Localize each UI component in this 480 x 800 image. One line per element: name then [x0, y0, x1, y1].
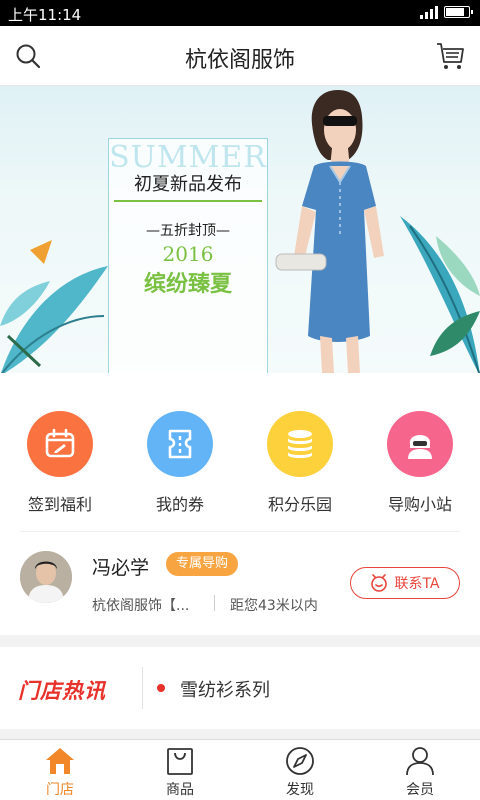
tab-label: 发现 — [286, 782, 314, 798]
promo-banner[interactable]: SUMMER 初夏新品发布 —五折封顶— 2016 缤纷臻夏 — [0, 86, 480, 373]
quick-action-checkin[interactable]: 签到福利 — [0, 411, 120, 531]
news-logo: 门店热讯 — [18, 679, 106, 703]
divider — [142, 667, 143, 709]
compass-icon — [286, 747, 314, 775]
contact-button[interactable]: 联系TA — [350, 567, 460, 599]
quick-action-guide-station[interactable]: 导购小站 — [360, 411, 480, 531]
quick-actions-panel: 签到福利 我的券 积分乐园 导购小站 冯必学 专属导购 杭依阁服饰【... 距您… — [0, 373, 480, 635]
banner-year: 2016 — [162, 242, 214, 266]
status-indicators — [420, 5, 473, 19]
promo-card: SUMMER 初夏新品发布 —五折封顶— 2016 缤纷臻夏 — [108, 138, 268, 373]
status-bar: 上午11:14 — [0, 0, 480, 26]
tab-products[interactable]: 商品 — [120, 740, 240, 800]
contact-button-label: 联系TA — [394, 576, 440, 592]
quick-action-coupons[interactable]: 我的券 — [120, 411, 240, 531]
tab-label: 门店 — [46, 782, 74, 798]
page-title: 杭依阁服饰 — [184, 48, 295, 73]
guide-store: 杭依阁服饰【... — [92, 598, 190, 614]
user-icon — [406, 747, 434, 776]
bag-icon — [167, 748, 193, 775]
banner-slogan: 缤纷臻夏 — [143, 272, 232, 297]
quick-action-label: 导购小站 — [387, 495, 452, 514]
calendar-edit-icon — [27, 411, 93, 477]
divider — [214, 595, 215, 611]
tab-label: 会员 — [406, 782, 434, 798]
bottom-tab-bar: 门店 商品 发现 会员 — [0, 739, 480, 800]
tab-label: 商品 — [166, 782, 194, 798]
model-image — [275, 90, 384, 373]
avatar[interactable] — [20, 551, 72, 603]
title-bar: 杭依阁服饰 — [0, 26, 480, 86]
news-headline[interactable]: 雪纺衫系列 — [180, 676, 270, 702]
banner-discount: —五折封顶— — [146, 223, 230, 239]
ticket-icon — [147, 411, 213, 477]
bullet-dot-icon — [157, 684, 165, 692]
store-news[interactable]: 门店热讯 雪纺衫系列 — [0, 647, 480, 729]
banner-headline: 初夏新品发布 — [114, 170, 262, 202]
quick-action-label: 积分乐园 — [267, 495, 332, 514]
tab-discover[interactable]: 发现 — [240, 740, 360, 800]
cart-icon[interactable] — [434, 40, 466, 72]
status-badge: 专属导购 — [166, 552, 239, 576]
guide-name: 冯必学 — [92, 557, 150, 579]
quick-action-points[interactable]: 积分乐园 — [240, 411, 360, 531]
quick-action-label: 我的券 — [155, 495, 204, 514]
chat-icon — [371, 574, 388, 592]
divider — [20, 531, 460, 532]
tab-store[interactable]: 门店 — [0, 740, 120, 800]
quick-action-label: 签到福利 — [27, 495, 92, 514]
signal-icon — [420, 5, 438, 19]
coins-icon — [267, 411, 333, 477]
guide-distance: 距您43米以内 — [230, 598, 318, 614]
tab-member[interactable]: 会员 — [360, 740, 480, 800]
shopping-guide-icon — [387, 411, 453, 477]
status-time: 上午11:14 — [8, 6, 82, 24]
leaves-decoration — [0, 240, 108, 373]
battery-icon — [444, 6, 473, 18]
store-icon — [46, 748, 74, 774]
